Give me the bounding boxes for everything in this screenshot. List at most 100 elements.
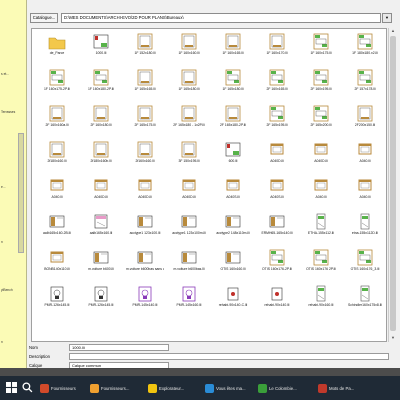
symbol-thumbnail-icon [181, 105, 197, 122]
symbol-tile[interactable]: 1F 160x165.lli [214, 32, 252, 58]
symbol-tile[interactable]: A040.lli [346, 140, 384, 166]
symbol-tile[interactable]: A040.lli [302, 176, 340, 202]
symbol-tile[interactable]: 2F 165x180 - 1x2P.lli [170, 104, 208, 130]
symbol-tile[interactable]: ETHA-155x112.lli [302, 212, 340, 238]
symbol-tile[interactable]: 3F 150x195.lli [170, 140, 208, 166]
taskbar-app[interactable]: Explorateur... [148, 379, 184, 397]
taskbar-app[interactable]: Fournisseurs... [90, 379, 129, 397]
symbol-tile-label: 2F 165x200.lli [310, 123, 332, 127]
symbol-thumbnail-icon [269, 33, 285, 50]
symbol-grid: de_Parce 1000.lli 1F 152x180.lli 1F 160x160… [31, 28, 387, 342]
symbol-tile[interactable]: etna-155x112D.lli [346, 212, 384, 238]
symbol-tile[interactable]: 600.lli [214, 140, 252, 166]
symbol-tile[interactable]: 1F 165x180.lli [214, 68, 252, 94]
left-panel-item[interactable]: ylBench [1, 288, 26, 292]
left-panel-item[interactable]: Terrasses [1, 110, 26, 114]
symbol-tile[interactable]: 2F200x150.lli [346, 104, 384, 130]
left-panel-item[interactable]: n [1, 340, 26, 344]
symbol-tile[interactable]: PMR-145x140.lli [126, 284, 164, 310]
symbol-tile-label: rehabi-90x140-C.lli [218, 303, 248, 307]
symbol-tile[interactable]: A040D.lli [126, 176, 164, 202]
taskbar-app[interactable]: Vous êtes ma... [205, 379, 246, 397]
scroll-thumb[interactable] [390, 36, 396, 331]
symbol-thumbnail-icon [182, 179, 196, 191]
symbol-tile[interactable]: 1F 160x175.lli [302, 32, 340, 58]
symbol-tile[interactable]: A040D.lli [82, 176, 120, 202]
windows-start-icon[interactable] [6, 382, 17, 393]
left-panel-scrollbar[interactable] [18, 133, 24, 253]
symbol-tile[interactable]: 2F 165x195.lli [258, 104, 296, 130]
symbol-thumbnail-icon [270, 179, 284, 191]
symbol-tile[interactable]: 1F 160x175-2P.lli [38, 68, 76, 94]
symbol-tile[interactable]: 2F 165x175.lli [126, 104, 164, 130]
taskbar-app[interactable]: Fournisseurs [40, 379, 76, 397]
symbol-tile[interactable]: 2F 165x180-2P.lli [214, 104, 252, 130]
catalog-button[interactable]: Catalogue... [30, 13, 58, 23]
scroll-down-icon[interactable]: ▼ [389, 335, 397, 342]
symbol-tile[interactable]: 2F 157x178.lli [346, 68, 384, 94]
left-panel-item[interactable]: s et... [1, 72, 26, 76]
symbol-tile[interactable]: acctype1 123x100.lli [126, 212, 164, 238]
symbol-tile[interactable]: aalb165x160-2B.lli [38, 212, 76, 238]
symbol-tile-label: A040.lli [359, 159, 371, 163]
symbol-tile[interactable]: 1F 160x180-2P.lli [82, 68, 120, 94]
symbol-tile[interactable]: 2F 165x200.lli [302, 104, 340, 130]
symbol-tile-label: 2F 165x180 - 1x2P.lli [173, 123, 205, 127]
path-field[interactable]: D:\MES DOCUMENTS\ARCHI-EVO\2D POUR PLANS… [61, 13, 381, 23]
search-icon[interactable] [22, 382, 33, 393]
symbol-thumbnail-icon [358, 143, 372, 155]
symbol-tile[interactable]: OTIS 160x176_3.lli [346, 248, 384, 274]
symbol-tile[interactable]: 2F 160x180.lli [82, 104, 120, 130]
symbol-tile[interactable]: 2F 160x165.lli [258, 68, 296, 94]
symbol-tile[interactable]: 1F 152x180.lli [126, 32, 164, 58]
symbol-tile[interactable]: A040D.lli [302, 140, 340, 166]
symbol-tile-label: 1F 160x175.lli [310, 51, 332, 55]
symbol-tile[interactable]: aalb165x160.lli [82, 212, 120, 238]
symbol-tile[interactable]: 2F 160x195.lli [302, 68, 340, 94]
symbol-tile[interactable]: OTIS 160x176 2P.lli [302, 248, 340, 274]
symbol-tile[interactable]: 1F 180x180.x2.lli [346, 32, 384, 58]
chevron-down-icon[interactable]: ▼ [382, 13, 392, 23]
symbol-tile[interactable]: acctype2 148x110m.lli [214, 212, 252, 238]
symbol-tile[interactable]: 2f180x160b.lli [82, 140, 120, 166]
symbol-tile[interactable]: 1F 160x170.lli [258, 32, 296, 58]
symbol-tile[interactable]: 1000.lli [82, 32, 120, 58]
symbol-tile[interactable]: de_Parce [38, 32, 76, 58]
symbol-tile[interactable]: BONB140x110.lli [38, 248, 76, 274]
symbol-tile[interactable]: m.voiture b600bas.lli [170, 248, 208, 274]
symbol-tile[interactable]: rehabi-90x140-C.lli [214, 284, 252, 310]
symbol-tile[interactable]: A040S.lli [214, 176, 252, 202]
name-field[interactable]: 1000.lli [69, 344, 169, 351]
symbol-tile[interactable]: A040.lli [38, 176, 76, 202]
symbol-tile[interactable]: PMR-145x160.lli [170, 284, 208, 310]
scroll-up-icon[interactable]: ▲ [389, 28, 397, 35]
symbol-tile[interactable]: A040D.lli [258, 140, 296, 166]
symbol-tile[interactable]: A040.lli [346, 176, 384, 202]
symbol-tile[interactable]: rehabi-90x140.lli [258, 284, 296, 310]
symbol-tile[interactable]: Schindler160x175x8.lli [346, 284, 384, 310]
left-browser-panel[interactable]: s et... Terrasses e... n ylBench n [0, 0, 27, 368]
description-field[interactable] [69, 353, 389, 360]
toolbar: Catalogue... D:\MES DOCUMENTS\ARCHI-EVO\… [27, 10, 400, 27]
symbol-tile[interactable]: rehabi-90x160.lli [302, 284, 340, 310]
symbol-tile-label: A040D.lli [138, 195, 152, 199]
symbol-tile[interactable]: OTIS 160x176-2P.lli [258, 248, 296, 274]
symbol-tile[interactable]: 2F 160x160a.lli [38, 104, 76, 130]
symbol-tile[interactable]: A040D.lli [170, 176, 208, 202]
symbol-tile[interactable]: A040S.lli [258, 176, 296, 202]
grid-scrollbar[interactable]: ▲ ▼ [388, 28, 396, 342]
taskbar-app[interactable]: Mots de Pa... [318, 379, 354, 397]
symbol-tile[interactable]: acctype1 123x100m.lli [170, 212, 208, 238]
symbol-tile[interactable]: 2f180x160.lli [38, 140, 76, 166]
symbol-tile[interactable]: ERMH65-165x140.lli [258, 212, 296, 238]
symbol-tile[interactable]: m.voiture b600.lli [82, 248, 120, 274]
symbol-tile[interactable]: PMR-126x145.lli [82, 284, 120, 310]
symbol-tile[interactable]: 1F 160x160.lli [170, 32, 208, 58]
symbol-tile[interactable]: OTIS 160x160.lli [214, 248, 252, 274]
symbol-tile[interactable]: PMR-126x145.lli [38, 284, 76, 310]
symbol-tile[interactable]: 1F 165x165.lli [126, 68, 164, 94]
symbol-tile[interactable]: 2f160x160.lli [126, 140, 164, 166]
symbol-tile[interactable]: m.voiture b600bas sans cote.lli [126, 248, 164, 274]
symbol-tile[interactable]: 1F 165x180.lli [170, 68, 208, 94]
taskbar-app[interactable]: Le Colombie... [258, 379, 297, 397]
